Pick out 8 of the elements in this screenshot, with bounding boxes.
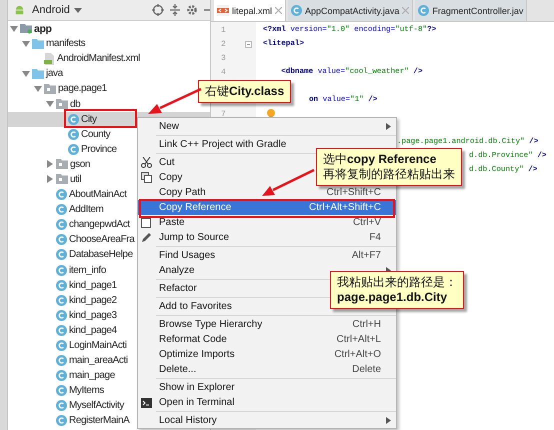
line-number: 2 bbox=[221, 40, 226, 48]
annotation-tooltip: 右键City.class bbox=[198, 80, 292, 103]
annotation-tooltip: 选中copy Reference 再将复制的路径粘贴出来 bbox=[316, 148, 462, 186]
line-number: 7 bbox=[221, 110, 226, 118]
line-number: 1 bbox=[221, 26, 226, 34]
annotation-tooltip: 我粘贴出来的路径是： page.page1.db.City bbox=[330, 271, 464, 309]
line-number: 3 bbox=[221, 54, 226, 62]
line-number: 4 bbox=[221, 68, 226, 76]
